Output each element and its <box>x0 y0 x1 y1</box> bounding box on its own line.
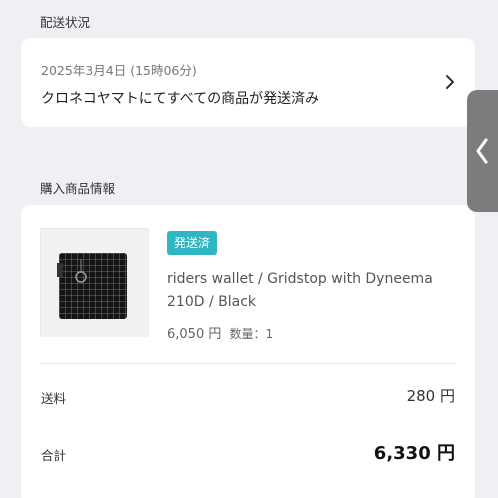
shipping-fee-label: 送料 <box>41 391 67 406</box>
order-detail-page: 配送状況 2025年3月4日 (15時06分) クロネコヤマトにてすべての商品が… <box>0 0 498 498</box>
product-name[interactable]: riders wallet / Gridstop with Dyneema 21… <box>167 268 457 314</box>
shipping-status-card[interactable]: 2025年3月4日 (15時06分) クロネコヤマトにてすべての商品が発送済み <box>21 38 475 127</box>
shipping-status-heading: 配送状況 <box>40 15 91 30</box>
chevron-right-icon <box>446 75 454 89</box>
wallet-image <box>41 229 149 337</box>
total-value: 6,330 円 <box>373 443 455 464</box>
shipping-status-text: クロネコヤマトにてすべての商品が発送済み <box>41 91 320 107</box>
chevron-left-icon <box>476 138 488 164</box>
product-price: 6,050 円 <box>167 327 222 342</box>
divider <box>40 363 456 364</box>
product-quantity: 数量：1 <box>229 327 274 341</box>
product-thumbnail[interactable] <box>40 228 149 337</box>
total-label: 合計 <box>41 448 67 463</box>
shipping-date: 2025年3月4日 (15時06分) <box>41 63 197 78</box>
purchased-items-card: 発送済 riders wallet / Gridstop with Dyneem… <box>21 205 475 498</box>
shipping-fee-value: 280 円 <box>406 387 455 405</box>
side-panel-handle[interactable] <box>467 90 498 212</box>
price-line: 6,050 円 数量：1 <box>167 323 273 342</box>
purchased-items-heading: 購入商品情報 <box>40 181 116 196</box>
shipped-badge: 発送済 <box>167 231 218 255</box>
